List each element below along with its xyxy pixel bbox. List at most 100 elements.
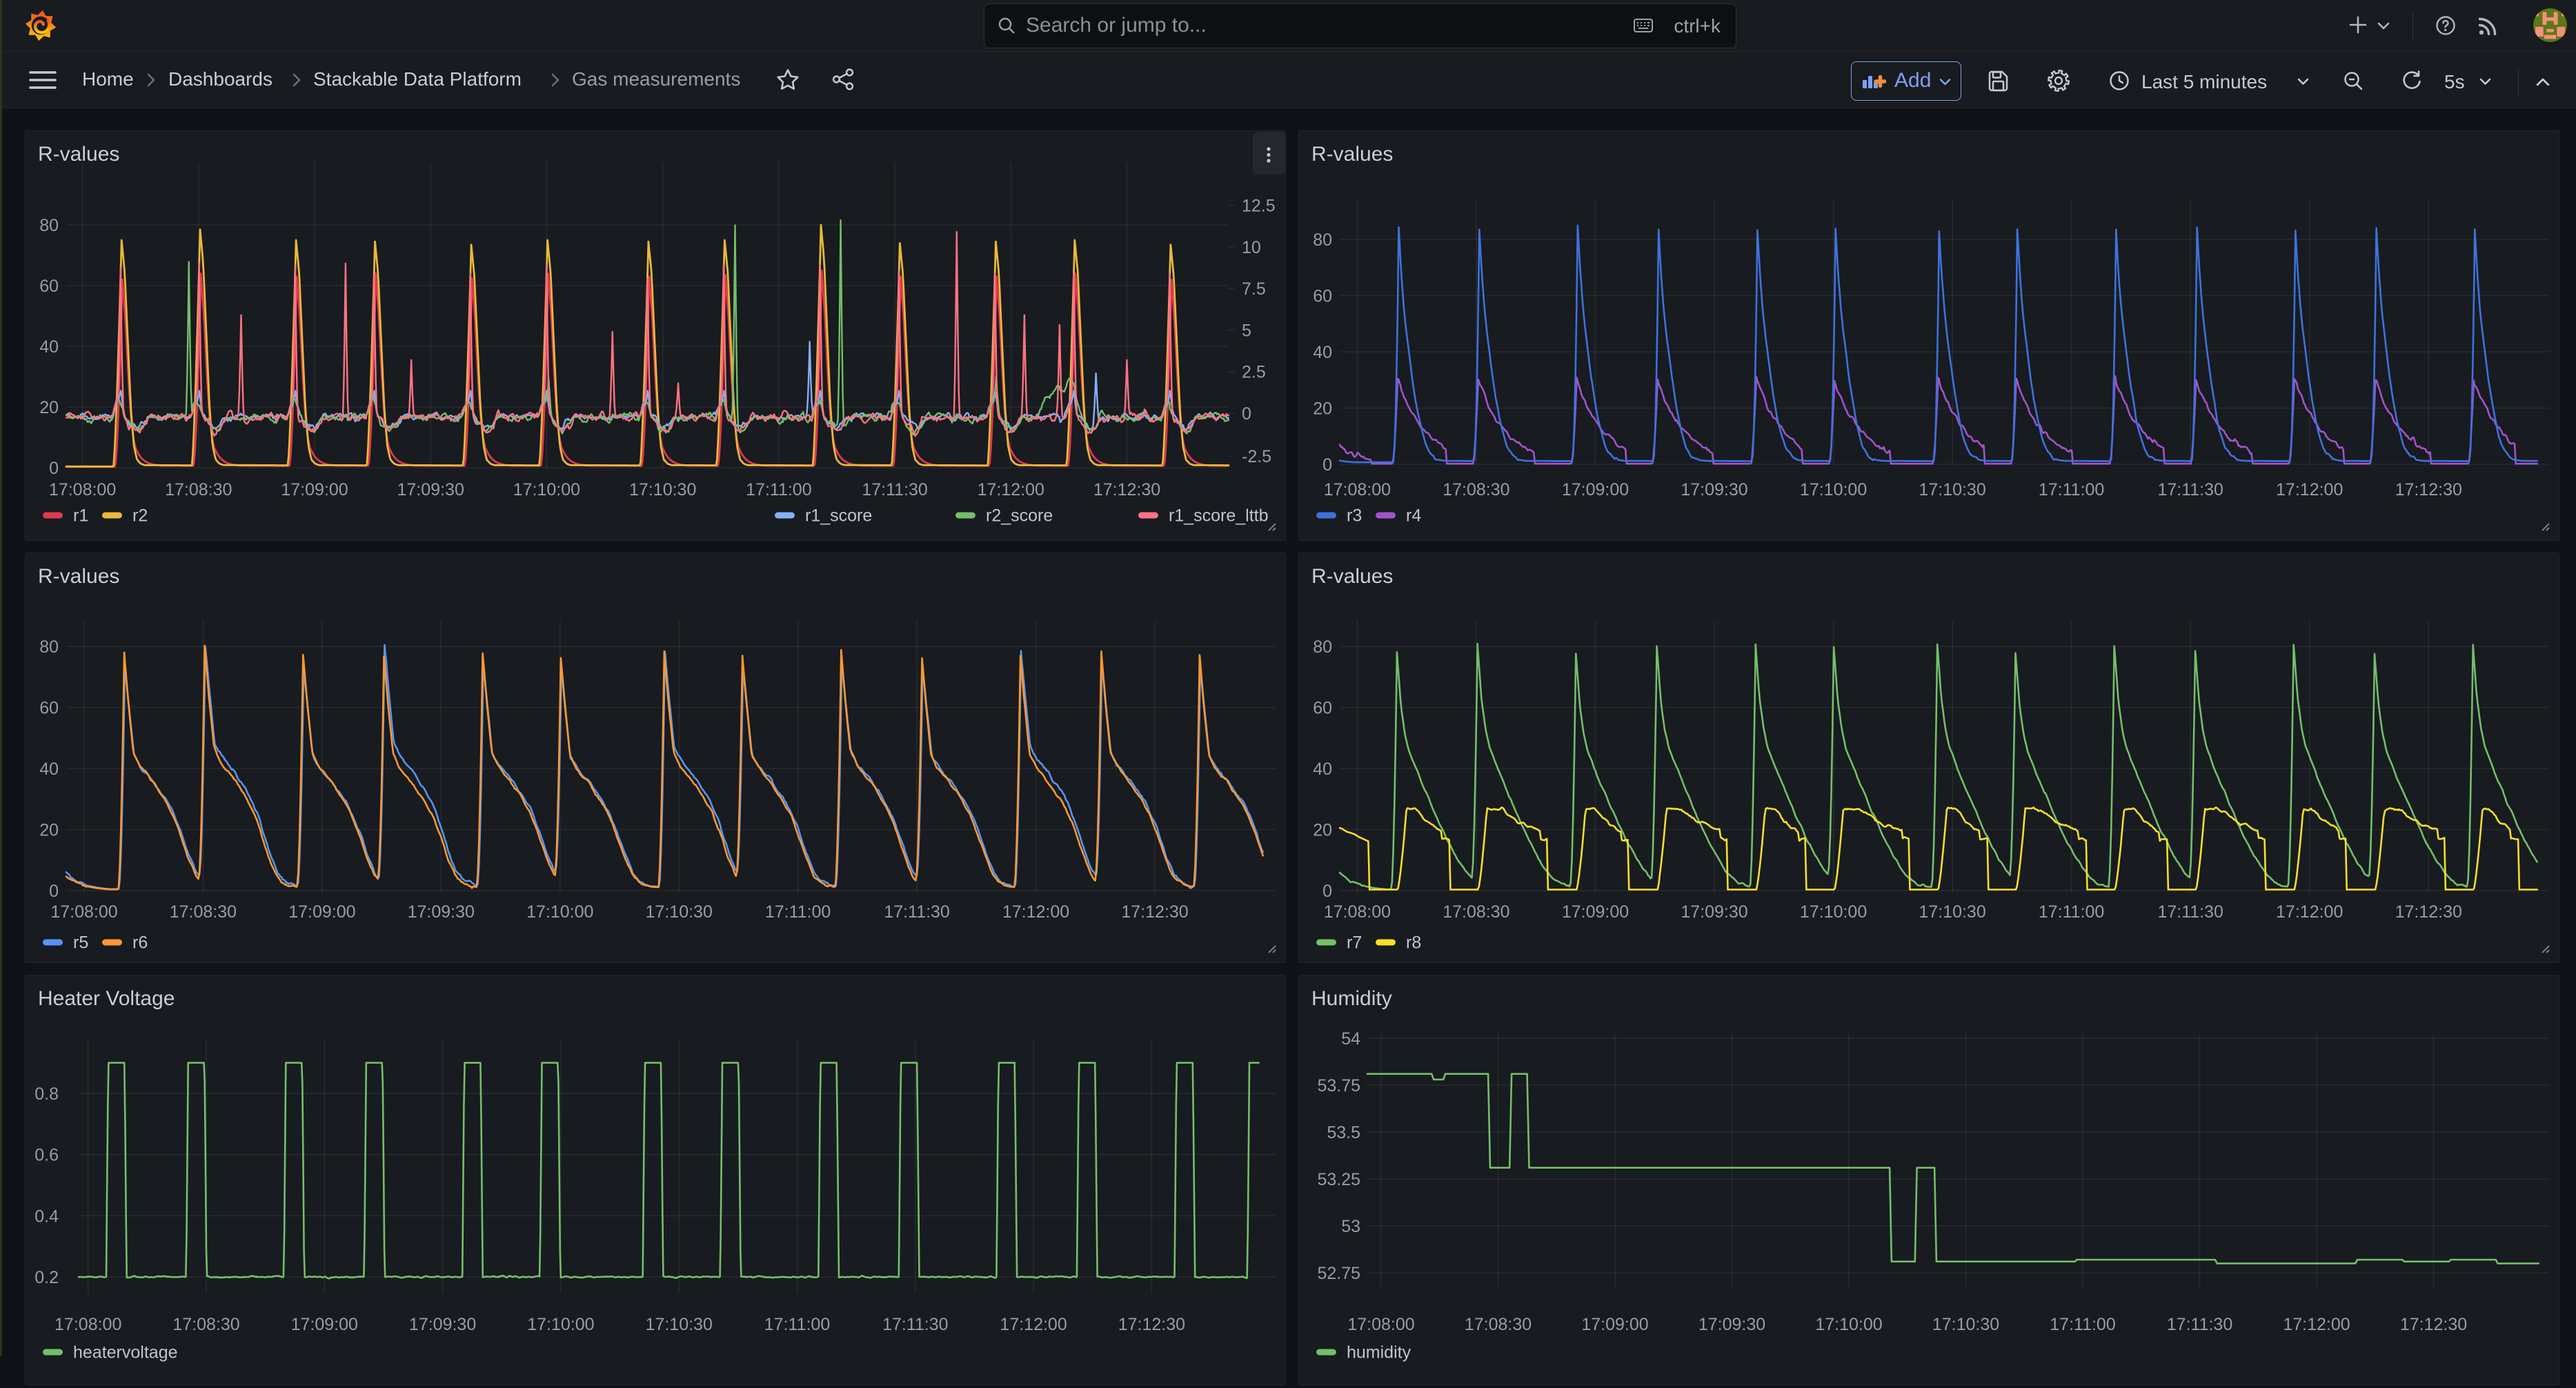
svg-text:5: 5 [1242,321,1251,340]
svg-text:Heater Voltage: Heater Voltage [38,987,175,1010]
svg-text:17:08:30: 17:08:30 [1465,1315,1532,1334]
svg-text:40: 40 [39,337,59,357]
svg-text:17:08:30: 17:08:30 [165,480,232,499]
svg-text:17:11:30: 17:11:30 [884,902,949,922]
svg-text:53.25: 53.25 [1317,1170,1360,1189]
svg-text:r6: r6 [132,933,148,953]
svg-text:R-values: R-values [38,565,119,588]
svg-text:40: 40 [39,760,59,779]
svg-text:2.5: 2.5 [1242,363,1266,382]
svg-text:17:09:00: 17:09:00 [291,1315,358,1334]
svg-text:60: 60 [39,277,59,296]
svg-text:17:12:00: 17:12:00 [2276,902,2343,922]
svg-text:17:12:30: 17:12:30 [1121,902,1188,922]
svg-text:17:09:00: 17:09:00 [1562,902,1629,922]
svg-text:heatervoltage: heatervoltage [73,1343,178,1362]
svg-text:17:08:30: 17:08:30 [1443,480,1509,499]
svg-text:17:11:00: 17:11:00 [746,480,811,499]
svg-text:60: 60 [1313,287,1332,306]
svg-text:0.2: 0.2 [34,1268,59,1287]
svg-text:17:09:30: 17:09:30 [1698,1315,1765,1334]
svg-text:r8: r8 [1406,933,1421,953]
svg-text:r3: r3 [1347,506,1362,526]
svg-text:r2: r2 [132,506,148,526]
svg-text:humidity: humidity [1347,1343,1411,1362]
svg-text:r5: r5 [73,933,88,953]
svg-text:0.8: 0.8 [34,1084,59,1104]
svg-text:20: 20 [39,398,59,417]
svg-text:r4: r4 [1406,506,1421,526]
svg-text:17:12:00: 17:12:00 [1000,1315,1067,1334]
svg-text:Humidity: Humidity [1311,987,1392,1010]
svg-text:17:08:00: 17:08:00 [1324,902,1391,922]
svg-text:17:08:30: 17:08:30 [170,902,237,922]
svg-text:0.6: 0.6 [34,1146,59,1165]
svg-text:10: 10 [1242,238,1261,257]
svg-text:53.75: 53.75 [1317,1076,1360,1095]
svg-text:17:11:30: 17:11:30 [882,1315,948,1334]
svg-text:80: 80 [1313,637,1332,657]
svg-text:R-values: R-values [1311,143,1393,166]
svg-text:17:12:30: 17:12:30 [1093,480,1160,499]
svg-text:54: 54 [1341,1029,1360,1049]
svg-text:17:11:30: 17:11:30 [2167,1315,2232,1334]
svg-text:17:10:30: 17:10:30 [1919,902,1985,922]
svg-text:r1: r1 [73,506,88,526]
svg-text:20: 20 [1313,399,1332,419]
svg-text:17:12:30: 17:12:30 [1118,1315,1185,1334]
svg-text:17:12:00: 17:12:00 [2283,1315,2350,1334]
svg-text:17:10:00: 17:10:00 [513,480,580,499]
svg-text:17:10:30: 17:10:30 [1919,480,1985,499]
svg-text:17:08:00: 17:08:00 [1324,480,1391,499]
svg-text:17:09:30: 17:09:30 [1681,902,1747,922]
svg-text:17:10:30: 17:10:30 [1932,1315,1999,1334]
svg-text:17:12:30: 17:12:30 [2395,902,2462,922]
svg-text:17:09:30: 17:09:30 [397,480,464,499]
svg-text:17:09:00: 17:09:00 [281,480,348,499]
svg-text:20: 20 [39,821,59,840]
svg-text:0: 0 [1322,455,1332,475]
svg-text:r1_score_lttb: r1_score_lttb [1169,506,1269,526]
svg-text:17:12:00: 17:12:00 [2276,480,2343,499]
svg-text:R-values: R-values [1311,565,1393,588]
svg-text:17:11:00: 17:11:00 [2039,902,2104,922]
svg-text:40: 40 [1313,343,1332,362]
svg-text:17:10:00: 17:10:00 [527,1315,594,1334]
svg-text:17:08:30: 17:08:30 [172,1315,239,1334]
svg-text:17:10:00: 17:10:00 [1800,902,1867,922]
svg-text:0: 0 [49,882,59,901]
svg-text:17:11:30: 17:11:30 [2157,480,2223,499]
svg-text:17:09:00: 17:09:00 [288,902,355,922]
svg-text:17:08:00: 17:08:00 [55,1315,121,1334]
svg-text:17:09:00: 17:09:00 [1581,1315,1648,1334]
svg-text:60: 60 [39,699,59,718]
svg-text:17:12:00: 17:12:00 [978,480,1044,499]
svg-text:80: 80 [1313,230,1332,250]
svg-text:53.5: 53.5 [1327,1123,1360,1142]
svg-text:17:12:00: 17:12:00 [1002,902,1069,922]
svg-text:0: 0 [1242,404,1251,424]
svg-text:17:08:30: 17:08:30 [1443,902,1509,922]
svg-text:17:10:30: 17:10:30 [629,480,696,499]
svg-text:R-values: R-values [38,143,119,166]
svg-text:17:11:30: 17:11:30 [862,480,927,499]
svg-text:17:09:00: 17:09:00 [1562,480,1629,499]
svg-text:17:10:00: 17:10:00 [526,902,593,922]
svg-text:7.5: 7.5 [1242,279,1266,299]
svg-text:17:11:00: 17:11:00 [764,1315,830,1334]
svg-text:0: 0 [49,459,59,478]
svg-text:r1_score: r1_score [805,506,872,526]
svg-text:80: 80 [39,216,59,235]
svg-text:0: 0 [1322,882,1332,901]
svg-text:17:09:30: 17:09:30 [408,902,475,922]
svg-text:17:11:00: 17:11:00 [2039,480,2104,499]
svg-text:17:08:00: 17:08:00 [49,480,116,499]
svg-text:r2_score: r2_score [986,506,1053,526]
svg-text:17:11:30: 17:11:30 [2157,902,2223,922]
svg-text:53: 53 [1341,1217,1360,1236]
svg-text:80: 80 [39,637,59,657]
svg-text:17:09:30: 17:09:30 [409,1315,476,1334]
svg-text:17:09:30: 17:09:30 [1681,480,1747,499]
svg-text:17:11:00: 17:11:00 [2050,1315,2115,1334]
svg-text:0.4: 0.4 [34,1207,59,1226]
